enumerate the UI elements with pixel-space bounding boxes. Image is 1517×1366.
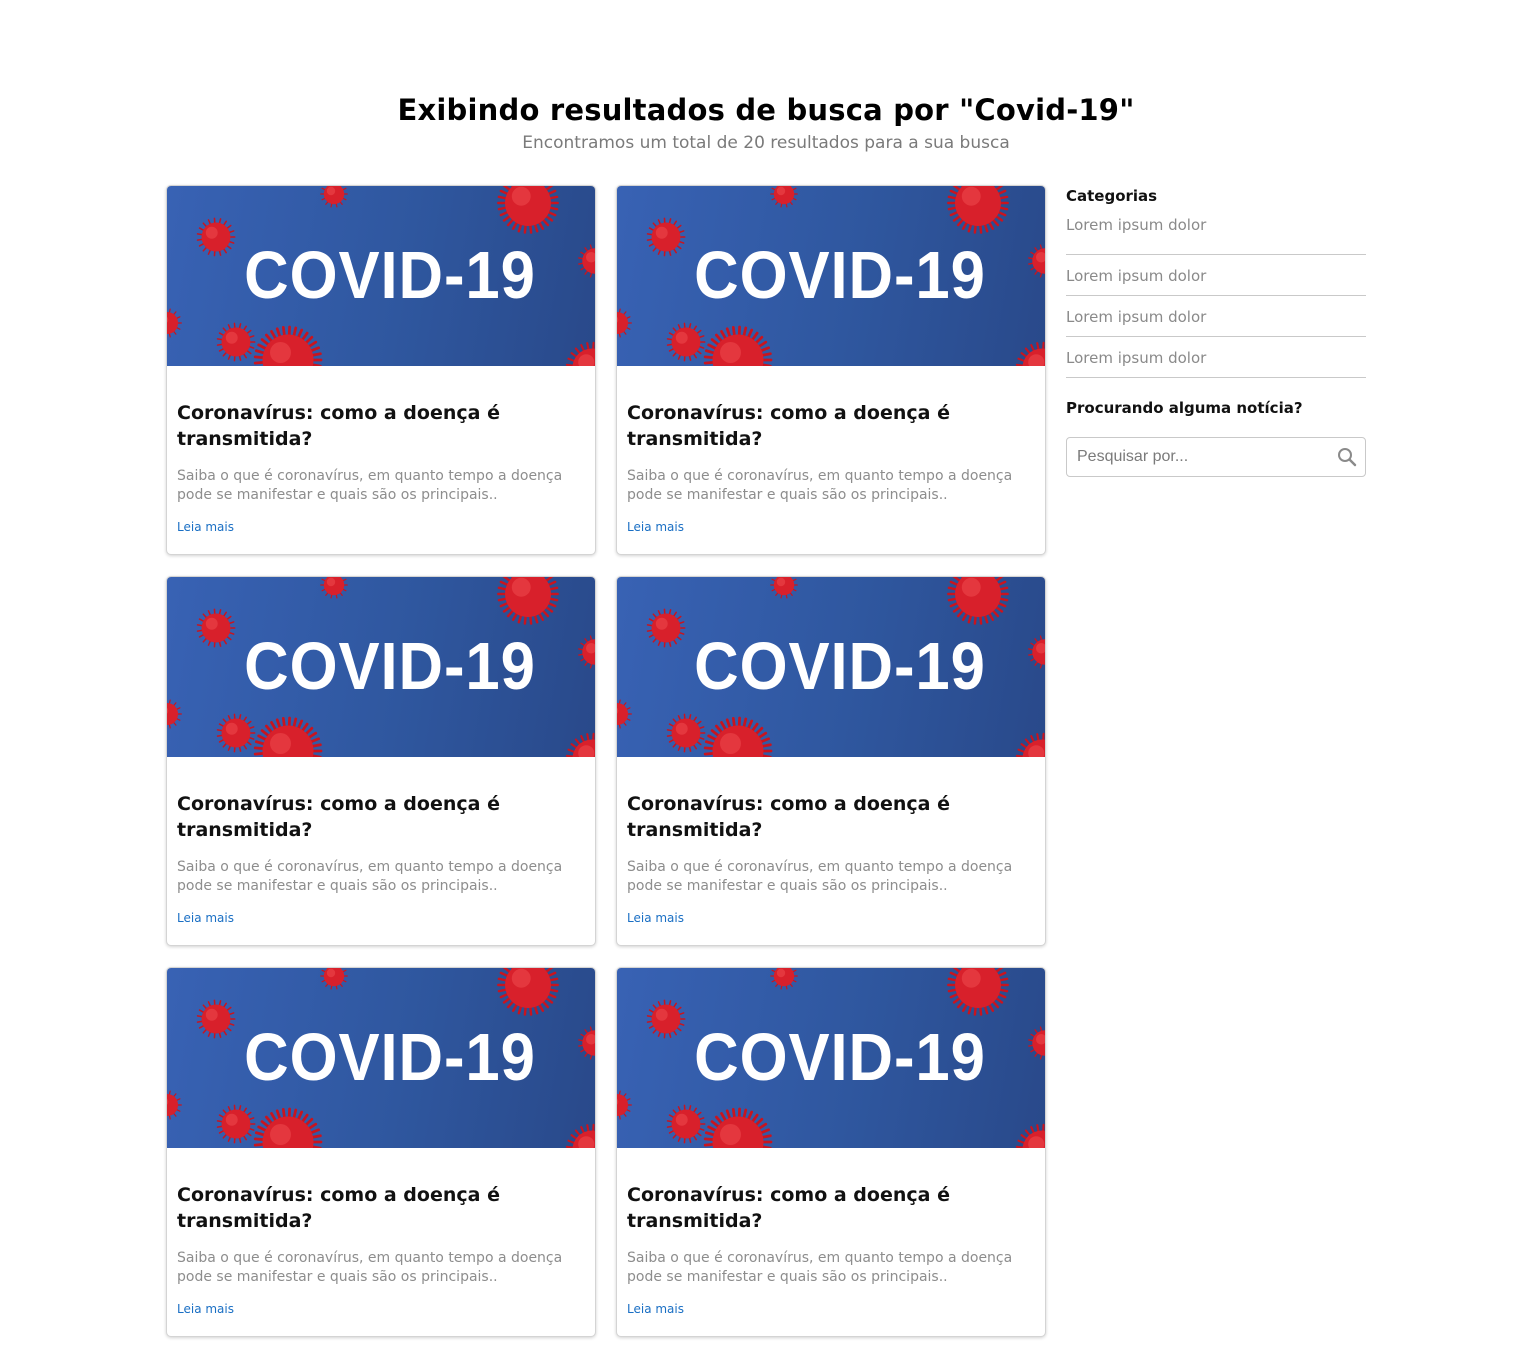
card-title[interactable]: Coronavírus: como a doença é transmitida… [177,400,507,452]
banner-text: COVID-19 [694,238,986,313]
results-grid: COVID-19 Coronavírus: como a doença é tr… [166,185,1046,1337]
category-item[interactable]: Lorem ipsum dolor [1066,215,1366,255]
covid-banner-image[interactable]: COVID-19 [617,577,1045,757]
card-title[interactable]: Coronavírus: como a doença é transmitida… [627,400,957,452]
card-title[interactable]: Coronavírus: como a doença é transmitida… [627,791,957,843]
card-body: Coronavírus: como a doença é transmitida… [167,366,595,535]
card-excerpt: Saiba o que é coronavírus, em quanto tem… [177,468,563,503]
banner-text: COVID-19 [244,629,536,704]
category-item[interactable]: Lorem ipsum dolor [1066,337,1366,378]
card-body: Coronavírus: como a doença é transmitida… [617,366,1045,535]
news-card[interactable]: COVID-19 Coronavírus: como a doença é tr… [166,967,596,1337]
virus-particle [1015,341,1045,366]
virus-particle [253,1107,323,1148]
search-box[interactable] [1066,437,1366,477]
category-list: Lorem ipsum dolor Lorem ipsum dolor Lore… [1066,215,1366,378]
virus-particle [1015,1123,1045,1148]
read-more-link[interactable]: Leia mais [177,1302,234,1316]
virus-particle [216,322,256,362]
virus-particle [565,732,595,757]
virus-particle [947,186,1009,234]
read-more-link[interactable]: Leia mais [627,520,684,534]
covid-banner-image[interactable]: COVID-19 [167,577,595,757]
virus-particle [253,325,323,366]
virus-particle [617,308,632,338]
virus-particle [320,968,348,990]
virus-particle [770,968,798,990]
virus-particle [167,308,182,338]
card-excerpt: Saiba o que é coronavírus, em quanto tem… [177,1250,563,1285]
virus-particle [497,577,559,625]
results-header: Exibindo resultados de busca por "Covid-… [0,88,1517,154]
search-input[interactable] [1077,446,1327,468]
search-heading: Procurando alguma notícia? [1066,399,1303,417]
read-more-link[interactable]: Leia mais [627,911,684,925]
read-more-link[interactable]: Leia mais [177,520,234,534]
covid-banner-image[interactable]: COVID-19 [167,186,595,366]
card-excerpt: Saiba o que é coronavírus, em quanto tem… [627,468,1013,503]
sidebar: Categorias Lorem ipsum dolor Lorem ipsum… [1066,185,1366,477]
virus-particle [167,1090,182,1120]
news-card[interactable]: COVID-19 Coronavírus: como a doença é tr… [616,185,1046,555]
virus-particle [770,186,798,208]
virus-particle [703,716,773,757]
virus-particle [770,577,798,599]
virus-particle [1015,732,1045,757]
virus-particle [253,716,323,757]
virus-particle [565,1123,595,1148]
virus-particle [216,713,256,753]
card-title[interactable]: Coronavírus: como a doença é transmitida… [627,1182,957,1234]
virus-particle [666,1104,706,1144]
card-excerpt: Saiba o que é coronavírus, em quanto tem… [627,859,1013,894]
virus-particle [497,968,559,1016]
card-body: Coronavírus: como a doença é transmitida… [617,757,1045,926]
search-icon[interactable] [1337,447,1357,467]
virus-particle [565,341,595,366]
news-card[interactable]: COVID-19 Coronavírus: como a doença é tr… [166,185,596,555]
virus-particle [320,577,348,599]
read-more-link[interactable]: Leia mais [177,911,234,925]
card-title[interactable]: Coronavírus: como a doença é transmitida… [177,791,507,843]
covid-banner-image[interactable]: COVID-19 [617,968,1045,1148]
page-title: Exibindo resultados de busca por "Covid-… [397,93,1135,127]
card-title[interactable]: Coronavírus: como a doença é transmitida… [177,1182,507,1234]
banner-text: COVID-19 [694,1020,986,1095]
virus-particle [320,186,348,208]
card-body: Coronavírus: como a doença é transmitida… [167,757,595,926]
categories-heading: Categorias [1066,187,1158,205]
card-body: Coronavírus: como a doença é transmitida… [617,1148,1045,1317]
covid-banner-image[interactable]: COVID-19 [167,968,595,1148]
read-more-link[interactable]: Leia mais [627,1302,684,1316]
category-item[interactable]: Lorem ipsum dolor [1066,255,1366,296]
virus-particle [947,968,1009,1016]
banner-text: COVID-19 [244,238,536,313]
covid-banner-image[interactable]: COVID-19 [617,186,1045,366]
card-excerpt: Saiba o que é coronavírus, em quanto tem… [627,1250,1013,1285]
card-body: Coronavírus: como a doença é transmitida… [167,1148,595,1317]
virus-particle [617,1090,632,1120]
virus-particle [617,699,632,729]
virus-particle [703,325,773,366]
results-count-subtitle: Encontramos um total de 20 resultados pa… [522,133,1010,153]
card-excerpt: Saiba o que é coronavírus, em quanto tem… [177,859,563,894]
virus-particle [666,322,706,362]
virus-particle [947,577,1009,625]
news-card[interactable]: COVID-19 Coronavírus: como a doença é tr… [616,576,1046,946]
virus-particle [666,713,706,753]
virus-particle [703,1107,773,1148]
virus-particle [497,186,559,234]
banner-text: COVID-19 [244,1020,536,1095]
banner-text: COVID-19 [694,629,986,704]
virus-particle [167,699,182,729]
virus-particle [216,1104,256,1144]
category-item[interactable]: Lorem ipsum dolor [1066,296,1366,337]
news-card[interactable]: COVID-19 Coronavírus: como a doença é tr… [166,576,596,946]
news-card[interactable]: COVID-19 Coronavírus: como a doença é tr… [616,967,1046,1337]
